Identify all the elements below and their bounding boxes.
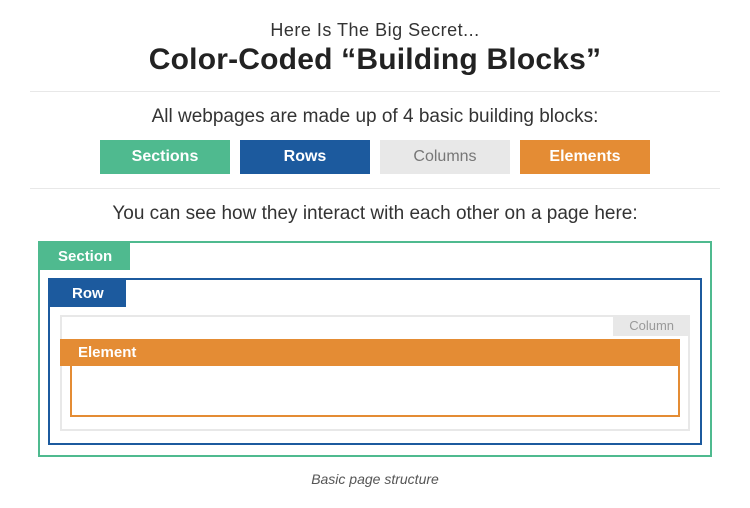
block-columns: Columns (380, 140, 510, 174)
spacer (70, 317, 680, 337)
section-box: Section Row Column Element (38, 241, 712, 457)
header: Here Is The Big Secret... Color-Coded “B… (30, 20, 720, 77)
block-sections: Sections (100, 140, 230, 174)
caption: Basic page structure (30, 471, 720, 487)
column-box: Column Element (60, 315, 690, 431)
block-rows: Rows (240, 140, 370, 174)
element-box: Element (70, 339, 680, 417)
element-tab: Element (60, 339, 680, 366)
page-title: Color-Coded “Building Blocks” (30, 43, 720, 77)
divider (30, 91, 720, 92)
row-tab: Row (50, 280, 126, 307)
intro-text: All webpages are made up of 4 basic buil… (30, 106, 720, 128)
divider (30, 188, 720, 189)
sub-intro-text: You can see how they interact with each … (30, 203, 720, 225)
block-elements: Elements (520, 140, 650, 174)
row-box: Row Column Element (48, 278, 702, 445)
column-tab: Column (613, 315, 690, 336)
section-tab: Section (40, 243, 130, 270)
building-blocks-row: Sections Rows Columns Elements (30, 140, 720, 174)
diagram: Section Row Column Element (30, 241, 720, 457)
pre-title: Here Is The Big Secret... (30, 20, 720, 41)
